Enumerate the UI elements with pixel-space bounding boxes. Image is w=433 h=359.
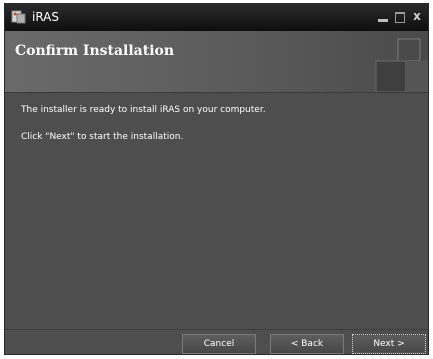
iras-app-icon bbox=[11, 10, 26, 24]
back-button[interactable]: < Back bbox=[270, 334, 344, 354]
page-header: Confirm Installation bbox=[5, 31, 428, 93]
page-title: Confirm Installation bbox=[15, 43, 175, 59]
ready-message: The installer is ready to install iRAS o… bbox=[21, 105, 266, 115]
instruction-message: Click "Next" to start the installation. bbox=[21, 132, 184, 142]
next-button[interactable]: Next > bbox=[352, 334, 426, 354]
window-title: iRAS bbox=[32, 10, 60, 24]
header-decoration-icon bbox=[375, 38, 428, 92]
minimize-icon bbox=[378, 19, 388, 22]
maximize-icon bbox=[395, 12, 405, 23]
cancel-button[interactable]: Cancel bbox=[182, 334, 256, 354]
title-bar[interactable]: iRAS x bbox=[5, 4, 428, 31]
footer-divider bbox=[5, 329, 428, 330]
minimize-button[interactable] bbox=[375, 8, 391, 24]
close-button[interactable]: x bbox=[409, 8, 425, 24]
maximize-button[interactable] bbox=[392, 8, 408, 24]
installer-window: iRAS x Confirm Installation The installe… bbox=[4, 3, 429, 355]
